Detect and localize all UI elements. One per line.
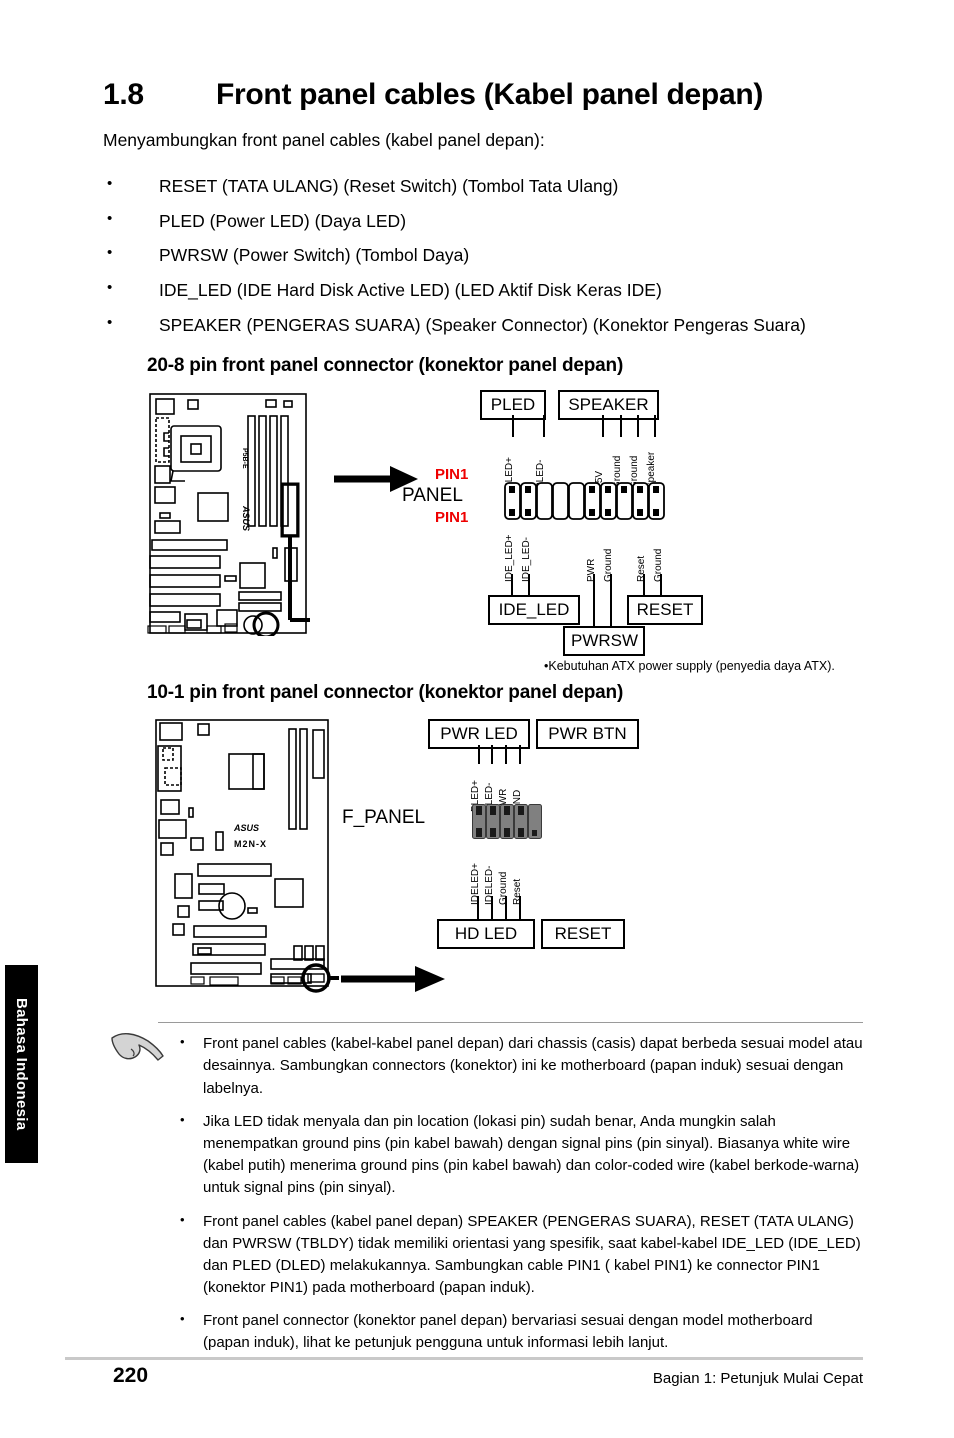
pin-label-pwr: PWR	[586, 558, 597, 583]
list-item: RESET (TATA ULANG) (Reset Switch) (Tombo…	[103, 172, 863, 201]
motherboard-diagram-m2nx: ASUS M2N-X	[155, 719, 339, 993]
label-reset: RESET	[627, 595, 703, 626]
leader-line	[654, 415, 656, 438]
leader-line	[478, 745, 480, 765]
list-item: IDE_LED (IDE Hard Disk Active LED) (LED …	[103, 276, 863, 305]
pin-label-ide-led-minus: IDE_LED-	[521, 537, 532, 583]
list-item: SPEAKER (PENGERAS SUARA) (Speaker Connec…	[103, 311, 863, 340]
section-number: 1.8	[103, 78, 144, 111]
leader-line	[477, 896, 479, 921]
pin-label-ground-4: Ground	[653, 548, 664, 583]
leader-line	[593, 574, 595, 629]
board-model-text: P5B-E	[241, 448, 248, 469]
page-title: 1.8 Front panel cables (Kabel panel depa…	[103, 78, 863, 112]
figure2: ASUS M2N-X PWR LED PWR BTN PLED+ PLED- P…	[147, 710, 863, 1000]
leader-line	[519, 896, 521, 921]
intro-text: Menyambungkan front panel cables (kabel …	[103, 130, 545, 150]
note-block: Front panel cables (kabel-kabel panel de…	[111, 1022, 863, 1354]
footer-divider	[65, 1357, 863, 1360]
language-side-tab-label: Bahasa Indonesia	[13, 997, 30, 1131]
figure2-title: 10-1 pin front panel connector (konektor…	[147, 682, 624, 704]
label-ide-led: IDE_LED	[488, 595, 580, 626]
pin-label-ground: Ground	[498, 871, 509, 906]
pin-label-ground-3: Ground	[603, 548, 614, 583]
section-title: Front panel cables (Kabel panel depan)	[216, 78, 764, 111]
leader-line	[620, 415, 622, 438]
label-pwr-btn: PWR BTN	[536, 719, 639, 750]
board-brand-text: ASUS	[241, 505, 251, 531]
leader-line	[660, 574, 662, 597]
page-number: 220	[113, 1364, 149, 1387]
note-item: Front panel connector (konektor panel de…	[158, 1309, 863, 1354]
board-brand-text: ASUS	[233, 823, 259, 833]
board-model-text: M2N-X	[234, 839, 267, 849]
cable-list: RESET (TATA ULANG) (Reset Switch) (Tombo…	[103, 172, 863, 340]
note-top-rule	[158, 1022, 863, 1024]
leader-line	[610, 574, 612, 629]
motherboard-diagram-p5be: P5B-E ASUS	[147, 393, 310, 637]
pin1-label-top: PIN1	[435, 466, 469, 484]
label-reset: RESET	[541, 919, 625, 950]
list-item: PLED (Power LED) (Daya LED)	[103, 207, 863, 236]
list-item: PWRSW (Power Switch) (Tombol Daya)	[103, 241, 863, 270]
connector-name-f-panel: F_PANEL	[342, 807, 426, 829]
figure1: P5B-E ASUS PLED SPEAKER PLED+ PLED- +5V …	[147, 382, 863, 673]
note-item: Jika LED tidak menyala dan pin location …	[158, 1110, 863, 1200]
pin-label-reset: Reset	[512, 879, 523, 906]
leader-line	[491, 896, 493, 921]
pin1-label-bottom: PIN1	[435, 509, 469, 527]
leader-line	[637, 415, 639, 438]
note-list: Front panel cables (kabel-kabel panel de…	[158, 1032, 863, 1354]
pin-label-ideled-plus: IDELED+	[470, 863, 481, 906]
leader-line	[512, 415, 514, 438]
panel-connector-20-8	[504, 482, 665, 521]
note-item: Front panel cables (kabel-kabel panel de…	[158, 1032, 863, 1100]
leader-line	[602, 415, 604, 438]
leader-line	[543, 415, 545, 438]
leader-line	[505, 896, 507, 921]
leader-line	[491, 745, 493, 765]
pointer-arrow-2	[341, 966, 445, 993]
leader-line	[505, 745, 507, 765]
language-side-tab: Bahasa Indonesia	[5, 965, 38, 1163]
leader-line	[643, 574, 645, 597]
panel-connector-10-1	[472, 804, 542, 840]
pin-label-reset: Reset	[636, 556, 647, 583]
pin-label-ide-led-plus: IDE_LED+	[504, 534, 515, 583]
leader-line	[519, 745, 521, 765]
footer-section-text: Bagian 1: Petunjuk Mulai Cepat	[652, 1370, 863, 1387]
figure1-title: 20-8 pin front panel connector (konektor…	[147, 355, 624, 377]
leader-line	[528, 574, 530, 597]
leader-line	[511, 574, 513, 597]
label-speaker: SPEAKER	[558, 390, 659, 421]
pin-label-ideled-minus: IDELED-	[484, 865, 495, 906]
connector-name-panel: PANEL	[402, 485, 463, 507]
figure1-footnote: •Kebutuhan ATX power supply (penyedia da…	[544, 659, 835, 674]
label-hd-led: HD LED	[437, 919, 535, 950]
note-item: Front panel cables (kabel panel depan) S…	[158, 1210, 863, 1300]
label-pwrsw: PWRSW	[563, 626, 645, 657]
page-content: 1.8 Front panel cables (Kabel panel depa…	[103, 0, 863, 1366]
